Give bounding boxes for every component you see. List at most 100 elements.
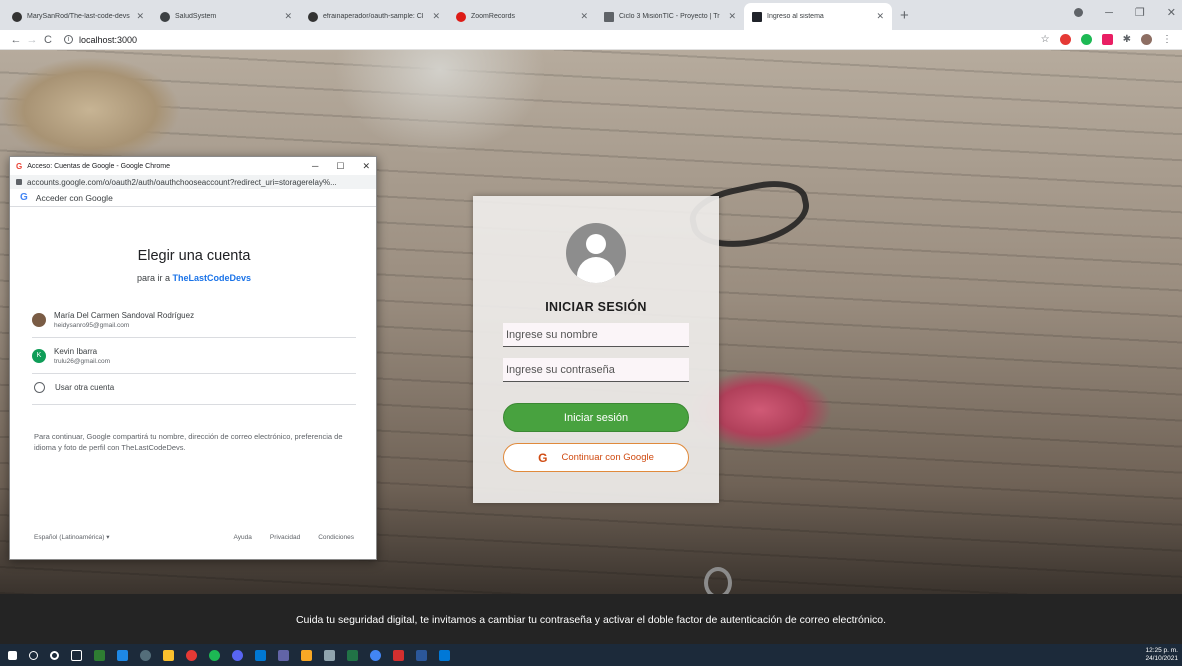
spotify-icon[interactable] [209,649,220,661]
browser-toolbar: ← → C i localhost:3000 ☆ ✱ ⋮ [0,30,1182,50]
star-icon[interactable]: ☆ [1041,34,1050,45]
minimize-icon[interactable]: ─ [1105,7,1113,19]
password-input[interactable] [503,358,689,382]
restore-icon[interactable]: ❐ [1135,6,1145,19]
close-window-icon[interactable]: ✕ [1167,6,1176,19]
github-icon [12,11,22,22]
dropdown-arrow-icon: ▾ [106,534,110,541]
extension-icon[interactable] [1080,34,1092,45]
close-tab-icon[interactable]: ✕ [432,11,440,22]
popup-header: G Acceder con Google [10,189,376,207]
address-bar[interactable]: i localhost:3000 [64,35,137,45]
browser-tab[interactable]: efrainaperador/oauth-sample: Cl ✕ [300,3,448,30]
back-icon[interactable]: ← [8,34,24,46]
login-title: INICIAR SESIÓN [545,300,647,314]
username-input[interactable] [503,323,689,347]
windows-taskbar: 12:25 p. m. 24/10/2021 [0,644,1182,666]
choose-account-title: Elegir una cuenta [137,248,251,264]
reload-icon[interactable]: C [40,34,56,46]
new-tab-button[interactable]: + [900,7,909,24]
use-another-account-label: Usar otra cuenta [55,383,115,392]
background-ring [704,567,732,594]
close-tab-icon[interactable]: ✕ [728,11,736,22]
info-icon[interactable]: i [64,35,73,44]
popup-header-label: Acceder con Google [35,192,113,203]
google-account-popup: G Acceso: Cuentas de Google - Google Chr… [9,156,377,560]
user-avatar-icon [566,223,626,283]
close-icon[interactable]: ✕ [362,161,370,172]
consent-disclaimer: Para continuar, Google compartirá tu nom… [34,432,343,452]
popup-window-title: Acceso: Cuentas de Google - Google Chrom… [27,162,171,170]
extension-icon[interactable] [1101,34,1113,45]
react-icon [752,11,762,22]
search-icon[interactable] [29,650,38,660]
forward-icon[interactable]: → [24,34,40,46]
account-email: trulu26@gmail.com [54,357,111,365]
discord-icon[interactable] [232,649,243,661]
teams-icon[interactable] [278,649,289,661]
menu-icon[interactable]: ⋮ [1162,34,1172,45]
footer-message: Cuida tu seguridad digital, te invitamos… [295,614,887,626]
account-option[interactable]: María Del Carmen Sandoval Rodríguez heid… [32,302,356,338]
url-text[interactable]: localhost:3000 [79,35,137,45]
popup-url: accounts.google.com/o/oauth2/auth/oauthc… [27,177,337,187]
help-link[interactable]: Ayuda [234,534,252,541]
minimize-icon[interactable]: ─ [312,161,318,172]
maximize-icon[interactable]: ☐ [336,161,344,172]
close-tab-icon[interactable]: ✕ [876,11,884,22]
acrobat-icon[interactable] [393,649,404,661]
app-name-link[interactable]: TheLastCodeDevs [173,273,252,283]
close-tab-icon[interactable]: ✕ [284,11,292,22]
excel-icon[interactable] [347,649,358,661]
avatar[interactable] [1141,34,1152,45]
app-icon[interactable] [186,649,197,661]
account-avatar: K [32,348,46,363]
account-option[interactable]: K Kevin Ibarra trulu26@gmail.com [32,338,356,374]
browser-tab[interactable]: MarySanRod/The-last-code-devs ✕ [4,3,152,30]
vscode-icon[interactable] [439,649,450,661]
language-selector[interactable]: Español (Latinoamérica) ▾ [34,533,234,541]
puzzle-icon[interactable]: ✱ [1123,34,1131,45]
extension-icon[interactable] [1059,34,1071,45]
angular-icon [456,11,466,22]
popup-titlebar: G Acceso: Cuentas de Google - Google Chr… [10,157,376,175]
browser-tab[interactable]: SaludSystem ✕ [152,3,300,30]
browser-tab[interactable]: ZoomRecords ✕ [448,3,596,30]
privacy-link[interactable]: Privacidad [270,534,300,541]
close-tab-icon[interactable]: ✕ [580,11,588,22]
browser-tab[interactable]: Ciclo 3 MisiónTIC - Proyecto | Tr ✕ [596,3,744,30]
windows-start-icon[interactable] [8,650,17,660]
extensions-area: ☆ ✱ ⋮ [1041,34,1172,45]
explorer-icon[interactable] [301,649,312,661]
outlook-icon[interactable] [255,649,266,661]
app-icon[interactable] [324,649,335,661]
lock-icon [16,179,22,185]
use-another-account[interactable]: Usar otra cuenta [32,371,356,405]
google-icon: G [538,450,548,465]
cortana-icon[interactable] [50,650,59,660]
account-name: María Del Carmen Sandoval Rodríguez [54,310,195,320]
window-controls: ─ ❐ ✕ [1074,6,1176,19]
system-clock[interactable]: 12:25 p. m. 24/10/2021 [1145,647,1178,663]
site-icon [160,11,170,22]
app-icon[interactable] [117,649,128,661]
google-icon: G [20,192,28,203]
app-icon[interactable] [140,649,151,661]
popup-url-bar: accounts.google.com/o/oauth2/auth/oauthc… [10,175,376,189]
profile-icon[interactable] [1074,8,1084,17]
close-tab-icon[interactable]: ✕ [136,11,144,22]
task-view-icon[interactable] [71,649,82,661]
app-icon[interactable] [94,649,105,661]
github-icon [308,11,318,22]
app-icon[interactable] [163,649,174,661]
google-login-button[interactable]: G Continuar con Google [503,443,689,472]
word-icon[interactable] [416,649,427,661]
terms-link[interactable]: Condiciones [318,534,354,541]
login-card: INICIAR SESIÓN Iniciar sesión G Continua… [473,196,719,503]
account-email: heidysanro95@gmail.com [54,321,130,329]
browser-tab-active[interactable]: Ingreso al sistema ✕ [744,3,892,30]
google-icon: G [16,161,23,171]
login-button[interactable]: Iniciar sesión [503,403,689,432]
chrome-icon[interactable] [370,649,381,661]
popup-footer: Español (Latinoamérica) ▾ Ayuda Privacid… [34,533,354,542]
